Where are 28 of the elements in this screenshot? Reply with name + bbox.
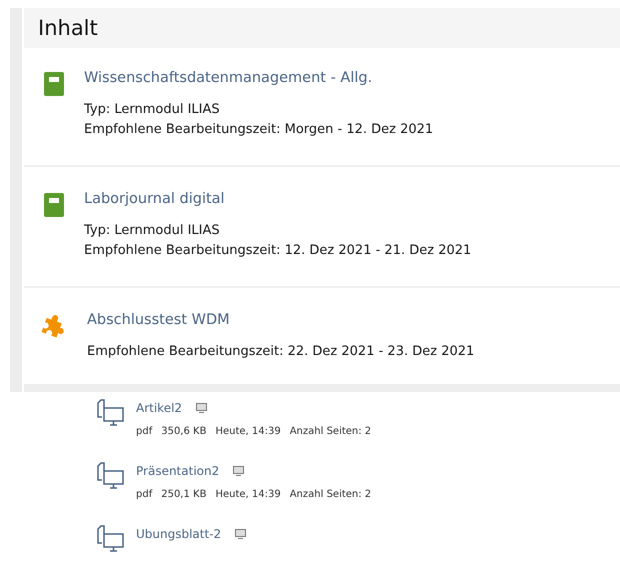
monitor-icon (233, 466, 244, 476)
book-icon (44, 193, 64, 217)
file-monitor-icon (97, 524, 124, 554)
file-title-link[interactable]: Artikel2 (136, 401, 182, 415)
panel-title: Inhalt (38, 16, 98, 40)
file-property: pdf (136, 426, 152, 437)
item-property: Typ: Lernmodul ILIAS (84, 101, 221, 119)
file-property: Heute, 14:39 (215, 489, 281, 500)
file-title-link[interactable]: Präsentation2 (136, 464, 220, 478)
file-property: Anzahl Seiten: 2 (290, 489, 372, 500)
book-icon (44, 72, 64, 96)
item-title-link[interactable]: Abschlusstest WDM (87, 312, 474, 328)
item-property: Typ: Lernmodul ILIAS (84, 222, 221, 240)
file-monitor-icon (97, 461, 124, 491)
item-title-link[interactable]: Wissenschaftsdatenmanagement - Allg. (84, 70, 434, 86)
file-monitor-icon (97, 398, 124, 428)
item-property: Empfohlene Bearbeitungszeit: 12. Dez 2021 - 21. Dez 2021 (84, 242, 472, 260)
monitor-icon (235, 529, 246, 539)
file-property: 250,1 KB (161, 489, 206, 500)
file-property: Anzahl Seiten: 2 (290, 426, 372, 437)
item-title-link[interactable]: Laborjournal digital (84, 191, 472, 207)
item-property: Empfohlene Bearbeitungszeit: 22. Dez 2021 - 23. Dez 2021 (87, 343, 474, 361)
file-property: Heute, 14:39 (215, 426, 281, 437)
file-title-link[interactable]: Ubungsblatt-2 (136, 527, 222, 541)
file-property: pdf (136, 489, 152, 500)
item-property: Empfohlene Bearbeitungszeit: Morgen - 12. Dez 2021 (84, 121, 434, 139)
file-property: 350,6 KB (161, 426, 206, 437)
monitor-icon (196, 403, 208, 413)
